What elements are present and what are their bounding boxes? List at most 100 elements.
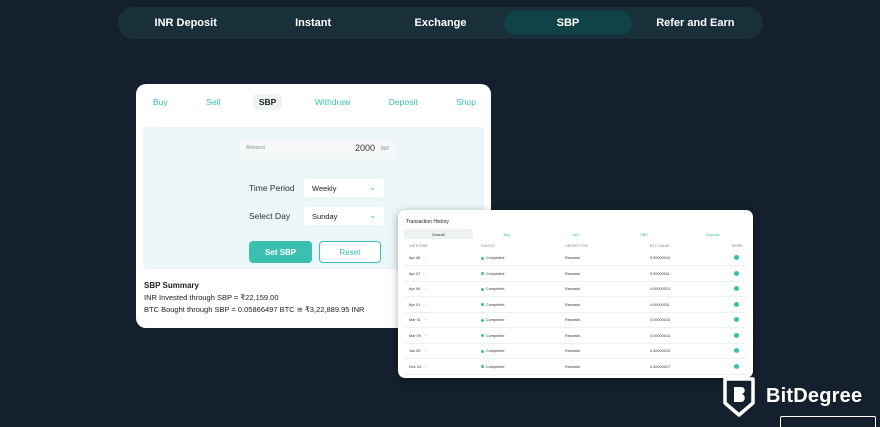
info-icon[interactable] [734, 348, 739, 353]
select-day-select[interactable]: Sunday ⌄ [304, 207, 384, 225]
row-status: Completed [481, 303, 504, 307]
column-header-more: MORE [732, 244, 743, 248]
row-order-type: Rewards [565, 364, 580, 369]
amount-value: 2000 [354, 143, 375, 153]
info-icon[interactable] [734, 317, 739, 322]
info-icon[interactable] [734, 301, 739, 307]
info-icon[interactable] [734, 332, 739, 338]
ellipsis-icon: ··· [423, 287, 427, 291]
bitdegree-shield-icon [723, 377, 755, 417]
row-status: Completed [481, 334, 504, 338]
table-row: Mar 09 ··· Completed Rewards 0.00000014 [404, 329, 747, 344]
row-status: Completed [481, 318, 504, 322]
status-dot-icon [481, 365, 484, 368]
tab-deposit[interactable]: Deposit [383, 94, 424, 110]
transaction-history-card: Transaction History Overall Buy Sell SBP… [398, 210, 753, 378]
column-header-status: STATUS [481, 244, 495, 248]
top-nav: INR Deposit Instant Exchange SBP Refer a… [118, 7, 763, 39]
table-row: Apr 06 ··· Completed Rewards 0.00000013 [404, 282, 747, 297]
tab-exchange[interactable]: Exchange [377, 11, 504, 35]
table-row: Mar 31 ··· Completed Rewards 0.00000015 [404, 313, 747, 328]
tab-withdraw[interactable]: Withdraw [309, 94, 356, 110]
info-icon[interactable] [734, 270, 739, 276]
tab-sbp-inner[interactable]: SBP [252, 94, 283, 110]
tab-instant[interactable]: Instant [249, 11, 376, 35]
filter-tab-sbp[interactable]: SBP [610, 229, 679, 239]
status-dot-icon [481, 318, 484, 322]
ellipsis-icon: ··· [423, 256, 427, 260]
row-order-type: Rewards [565, 349, 580, 353]
table-row: Apr 07 ··· Completed Rewards 0.00000011 [404, 267, 747, 282]
tab-buy[interactable]: Buy [147, 94, 174, 110]
info-icon[interactable] [734, 286, 739, 291]
tab-sbp[interactable]: SBP [504, 11, 632, 35]
column-header-btc-value: BTC VALUE [650, 244, 670, 248]
filter-tab-deposit[interactable]: Deposit [678, 229, 747, 239]
select-day-value: Sunday [312, 212, 338, 221]
ellipsis-icon: ··· [423, 349, 428, 353]
time-period-select[interactable]: Weekly ⌄ [304, 179, 384, 197]
ellipsis-icon: ··· [423, 271, 427, 276]
info-icon[interactable] [734, 255, 739, 260]
row-date: Apr 07 ··· [409, 271, 427, 276]
amount-unit: INR [380, 146, 389, 152]
row-date: Apr 06 ··· [409, 287, 427, 291]
column-header-order-type: ORDER TYPE [565, 244, 589, 248]
sbp-summary-invested: INR Invested through SBP = ₹22,159.00 [144, 293, 279, 302]
row-btc-value: 0.00000015 [650, 318, 671, 322]
row-order-type: Rewards [565, 271, 580, 276]
row-date: Mar 09 ··· [409, 333, 428, 338]
column-header-date: DATE/TIME [409, 244, 428, 248]
row-order-type: Rewards [565, 302, 580, 307]
row-btc-value: 0.00000017 [650, 364, 671, 369]
sbp-summary-heading: SBP Summary [144, 281, 199, 290]
ellipsis-icon: ··· [424, 364, 428, 369]
filter-tab-sell[interactable]: Sell [541, 229, 610, 239]
amount-input[interactable]: Amount 2000 INR [239, 139, 395, 159]
row-status: Completed [481, 349, 504, 353]
status-dot-icon [481, 303, 484, 306]
tab-sell[interactable]: Sell [200, 94, 226, 110]
chevron-down-icon: ⌄ [369, 211, 376, 220]
row-status: Completed [481, 365, 504, 369]
row-order-type: Rewards [565, 287, 580, 291]
status-dot-icon [481, 349, 484, 353]
row-status: Completed [481, 287, 504, 291]
status-dot-icon [481, 256, 484, 260]
ellipsis-icon: ··· [423, 318, 428, 322]
sbp-summary-bought: BTC Bought through SBP = 0.05866497 BTC … [144, 305, 365, 314]
row-status: Completed [481, 256, 504, 260]
filter-tab-buy[interactable]: Buy [473, 229, 542, 239]
reset-button[interactable]: Reset [319, 241, 381, 263]
set-sbp-button[interactable]: Set SBP [249, 241, 312, 263]
tab-refer-and-earn[interactable]: Refer and Earn [632, 11, 759, 35]
row-order-type: Rewards [565, 256, 580, 260]
row-date: Mar 31 ··· [409, 318, 428, 322]
transaction-history-title: Transaction History [406, 219, 449, 225]
row-btc-value: 0.00000013 [650, 287, 671, 291]
select-day-label: Select Day [249, 211, 291, 221]
tab-inr-deposit[interactable]: INR Deposit [122, 11, 249, 35]
bitdegree-wordmark: BitDegree [766, 385, 863, 407]
row-btc-value: 0.00000014 [650, 333, 671, 338]
table-row: Jan 05 ··· Completed Rewards 0.00000015 [404, 344, 747, 359]
sbp-summary: SBP Summary INR Invested through SBP = ₹… [144, 280, 364, 316]
status-dot-icon [481, 287, 484, 291]
bitdegree-brand: BitDegree [722, 377, 880, 417]
table-row: Apr 01 ··· Completed Rewards 0.00000011 [404, 298, 747, 313]
info-icon[interactable] [734, 363, 739, 369]
table-row: Apr 08 ··· Completed Rewards 0.00000010 [404, 251, 747, 266]
row-btc-value: 0.00000015 [650, 349, 671, 353]
time-period-value: Weekly [312, 184, 337, 193]
filter-tab-overall[interactable]: Overall [404, 229, 473, 239]
sbp-card-tabs: Buy Sell SBP Withdraw Deposit Shop [136, 84, 491, 120]
row-order-type: Rewards [565, 318, 580, 322]
row-order-type: Rewards [565, 333, 580, 338]
table-row: Dec 04 ··· Completed Rewards 0.00000017 [404, 360, 747, 375]
row-date: Apr 01 ··· [409, 302, 427, 307]
transaction-filter-tabs: Overall Buy Sell SBP Deposit [404, 229, 747, 239]
bottom-strip [780, 416, 876, 427]
row-date: Jan 05 ··· [409, 349, 428, 353]
row-btc-value: 0.00000011 [650, 271, 670, 276]
tab-shop[interactable]: Shop [450, 94, 482, 110]
